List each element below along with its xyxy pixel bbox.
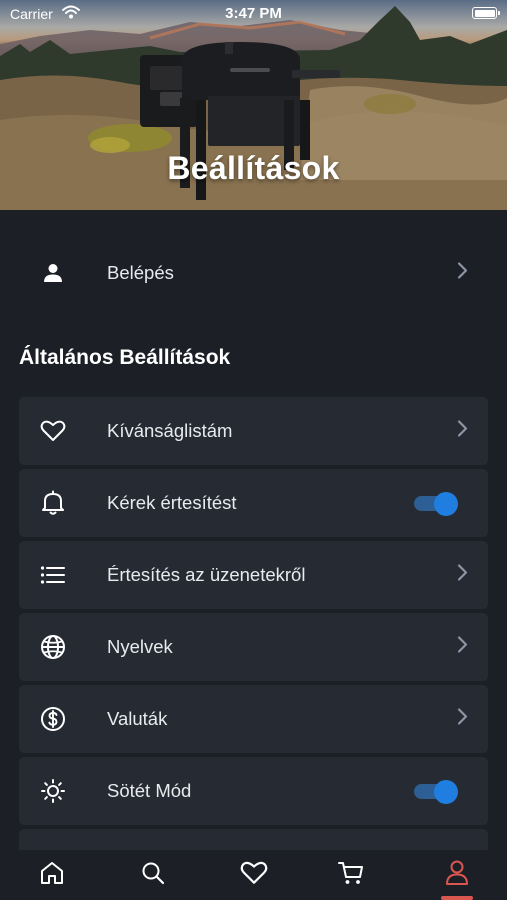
currencies-label: Valuták: [107, 708, 168, 729]
hero-banner: Beállítások Carrier 3:47 PM: [0, 0, 507, 210]
notifications-toggle[interactable]: [414, 492, 458, 516]
tab-profile[interactable]: [406, 850, 507, 900]
chevron-right-icon: [456, 262, 468, 285]
heart-icon: [240, 860, 268, 891]
active-tab-indicator: [441, 896, 473, 900]
dark-mode-row: Sötét Mód: [19, 757, 488, 825]
page-title: Beállítások: [167, 150, 340, 186]
list-icon: [39, 561, 67, 589]
status-time: 3:47 PM: [225, 5, 282, 22]
home-icon: [39, 860, 65, 891]
tab-cart[interactable]: [300, 850, 401, 900]
message-notifications-row[interactable]: Értesítés az üzenetekről: [19, 541, 488, 609]
dark-mode-toggle[interactable]: [414, 780, 458, 804]
sun-icon: [39, 777, 67, 805]
section-title-general: Általános Beállítások: [19, 346, 231, 369]
globe-icon: [39, 633, 67, 661]
battery-icon: [472, 7, 500, 19]
search-icon: [140, 860, 166, 891]
dark-mode-label: Sötét Mód: [107, 780, 192, 801]
user-icon: [444, 859, 470, 892]
chevron-right-icon: [456, 708, 468, 731]
wishlist-row[interactable]: Kívánságlistám: [19, 397, 488, 465]
user-icon: [39, 259, 67, 287]
currencies-row[interactable]: Valuták: [19, 685, 488, 753]
message-notifications-label: Értesítés az üzenetekről: [107, 564, 306, 585]
tab-bar: [0, 850, 507, 900]
chevron-right-icon: [456, 564, 468, 587]
notifications-label: Kérek értesítést: [107, 492, 237, 513]
login-row[interactable]: Belépés: [19, 239, 488, 307]
cart-icon: [337, 860, 365, 891]
bell-icon: [39, 489, 67, 517]
heart-icon: [39, 417, 67, 445]
login-label: Belépés: [107, 262, 174, 283]
chevron-right-icon: [456, 636, 468, 659]
tab-home[interactable]: [1, 850, 102, 900]
languages-row[interactable]: Nyelvek: [19, 613, 488, 681]
dollar-circle-icon: [39, 705, 67, 733]
status-bar: Carrier 3:47 PM: [0, 0, 507, 28]
tab-wishlist[interactable]: [203, 850, 304, 900]
chevron-right-icon: [456, 420, 468, 443]
notifications-row: Kérek értesítést: [19, 469, 488, 537]
tab-search[interactable]: [102, 850, 203, 900]
languages-label: Nyelvek: [107, 636, 173, 657]
wishlist-label: Kívánságlistám: [107, 420, 233, 441]
